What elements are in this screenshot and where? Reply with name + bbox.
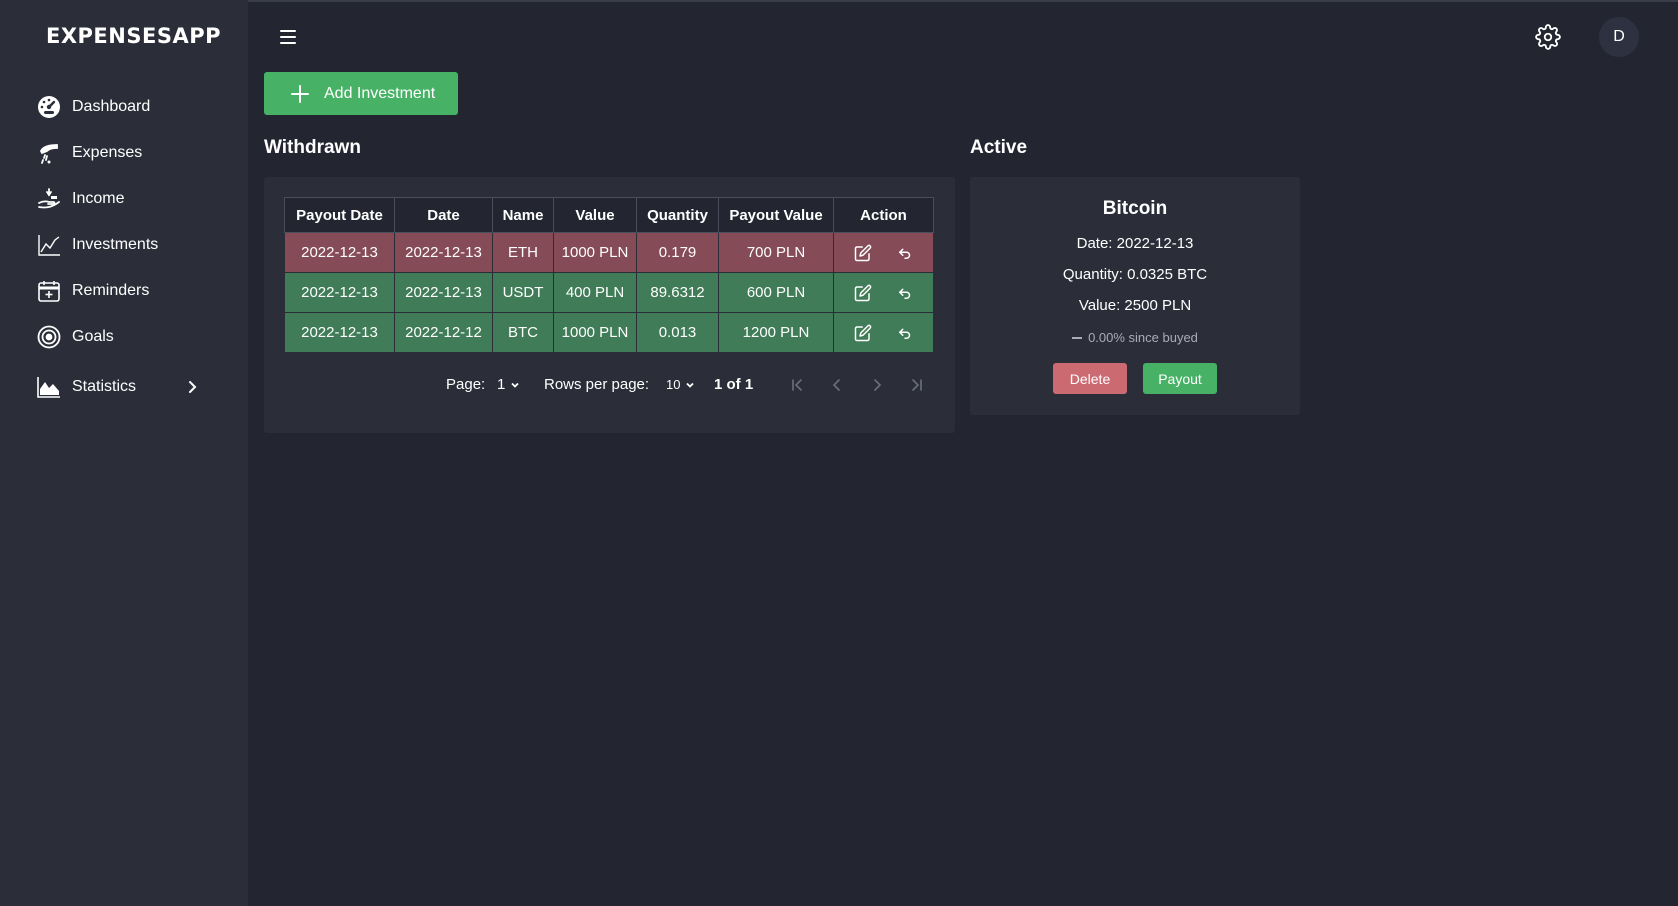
- column-header-value[interactable]: Value: [553, 197, 637, 233]
- rows-per-page-label: Rows per page:: [544, 376, 650, 393]
- edit-icon[interactable]: [854, 324, 872, 342]
- cell-date: 2022-12-13: [394, 232, 493, 273]
- cell-payout-value: 700 PLN: [718, 232, 834, 273]
- cell-payout-value: 600 PLN: [718, 272, 834, 313]
- user-avatar[interactable]: D: [1599, 17, 1639, 57]
- withdrawn-table: Payout Date Date Name Value Quantity Pay…: [284, 197, 934, 353]
- income-hand-icon: [36, 186, 62, 212]
- edit-icon[interactable]: [854, 244, 872, 262]
- sidebar-item-income[interactable]: Income: [36, 184, 236, 214]
- target-icon: [36, 324, 62, 350]
- menu-toggle-icon[interactable]: [276, 26, 304, 48]
- sidebar-item-label: Goals: [72, 328, 114, 345]
- investment-name: Bitcoin: [1102, 198, 1168, 219]
- table-row: 2022-12-13 2022-12-13 ETH 1000 PLN 0.179…: [284, 232, 934, 273]
- table-row: 2022-12-13 2022-12-13 USDT 400 PLN 89.63…: [284, 272, 934, 313]
- cell-payout-value: 1200 PLN: [718, 312, 834, 353]
- sidebar-item-label: Statistics: [72, 378, 137, 395]
- active-investment-card: Bitcoin Date: 2022-12-13 Quantity: 0.032…: [970, 177, 1300, 415]
- investment-change: 0.00% since buyed: [970, 330, 1300, 345]
- investment-change-text: 0.00% since buyed: [1088, 330, 1198, 345]
- line-chart-icon: [36, 232, 62, 258]
- withdrawn-title: Withdrawn: [264, 137, 361, 158]
- plus-icon: [290, 84, 310, 104]
- prev-page-icon[interactable]: [827, 375, 847, 395]
- investment-quantity: Quantity: 0.0325 BTC: [1062, 266, 1208, 283]
- withdrawn-panel: Payout Date Date Name Value Quantity Pay…: [264, 177, 955, 433]
- investment-value: Value: 2500 PLN: [1078, 297, 1192, 314]
- sidebar-item-label: Income: [72, 190, 125, 207]
- cell-name: USDT: [492, 272, 554, 313]
- column-header-payout-value[interactable]: Payout Value: [718, 197, 834, 233]
- payout-button[interactable]: Payout: [1143, 363, 1217, 394]
- cell-action: [833, 272, 934, 313]
- investment-date: Date: 2022-12-13: [1076, 235, 1194, 252]
- chevron-down-icon: [686, 382, 695, 388]
- table-row: 2022-12-13 2022-12-12 BTC 1000 PLN 0.013…: [284, 312, 934, 353]
- active-title: Active: [970, 137, 1028, 158]
- area-chart-icon: [36, 374, 62, 400]
- page-select[interactable]: 1: [497, 373, 521, 397]
- cell-action: [833, 232, 934, 273]
- expenses-hand-icon: [36, 140, 62, 166]
- sidebar: EXPENSESAPP Dashboard Expenses Income In…: [0, 0, 248, 906]
- sidebar-item-label: Investments: [72, 236, 159, 253]
- add-investment-label: Add Investment: [324, 84, 436, 102]
- pagination-bar: Page: 1 Rows per page: 10 1 of 1: [264, 373, 955, 397]
- edit-icon[interactable]: [854, 284, 872, 302]
- top-border: [0, 0, 1678, 2]
- undo-icon[interactable]: [896, 324, 914, 342]
- cell-payout-date: 2022-12-13: [284, 312, 395, 353]
- column-header-quantity[interactable]: Quantity: [636, 197, 719, 233]
- add-investment-button[interactable]: Add Investment: [264, 72, 458, 115]
- column-header-action: Action: [833, 197, 934, 233]
- cell-value: 1000 PLN: [553, 312, 637, 353]
- sidebar-item-dashboard[interactable]: Dashboard: [36, 92, 236, 122]
- cell-date: 2022-12-12: [394, 312, 493, 353]
- first-page-icon[interactable]: [787, 375, 807, 395]
- sidebar-item-label: Expenses: [72, 144, 143, 161]
- sidebar-item-label: Dashboard: [72, 98, 151, 115]
- sidebar-item-statistics[interactable]: Statistics: [36, 372, 236, 402]
- undo-icon[interactable]: [896, 244, 914, 262]
- last-page-icon[interactable]: [907, 375, 927, 395]
- page-select-value: 1: [497, 376, 506, 393]
- page-range: 1 of 1: [714, 376, 754, 393]
- cell-quantity: 89.6312: [636, 272, 719, 313]
- app-logo[interactable]: EXPENSESAPP: [46, 24, 221, 48]
- rows-per-page-select[interactable]: 10: [666, 373, 696, 397]
- undo-icon[interactable]: [896, 284, 914, 302]
- sidebar-item-reminders[interactable]: Reminders: [36, 276, 236, 306]
- cell-value: 1000 PLN: [553, 232, 637, 273]
- sidebar-item-investments[interactable]: Investments: [36, 230, 236, 260]
- cell-date: 2022-12-13: [394, 272, 493, 313]
- neutral-dash-icon: [1072, 336, 1083, 339]
- dashboard-gauge-icon: [36, 94, 62, 120]
- column-header-name[interactable]: Name: [492, 197, 554, 233]
- page-label: Page:: [446, 376, 486, 393]
- chevron-down-icon: [511, 382, 519, 388]
- sidebar-item-expenses[interactable]: Expenses: [36, 138, 236, 168]
- settings-gear-icon[interactable]: [1535, 24, 1561, 50]
- table-header-row: Payout Date Date Name Value Quantity Pay…: [284, 197, 934, 233]
- next-page-icon[interactable]: [867, 375, 887, 395]
- delete-button[interactable]: Delete: [1053, 363, 1127, 394]
- sidebar-item-label: Reminders: [72, 282, 150, 299]
- rows-per-page-value: 10: [666, 377, 681, 392]
- cell-quantity: 0.179: [636, 232, 719, 273]
- sidebar-item-goals[interactable]: Goals: [36, 322, 236, 352]
- cell-value: 400 PLN: [553, 272, 637, 313]
- column-header-payout-date[interactable]: Payout Date: [284, 197, 395, 233]
- cell-name: BTC: [492, 312, 554, 353]
- column-header-date[interactable]: Date: [394, 197, 493, 233]
- chevron-right-icon[interactable]: [182, 377, 202, 397]
- calendar-plus-icon: [36, 278, 62, 304]
- cell-payout-date: 2022-12-13: [284, 232, 395, 273]
- cell-payout-date: 2022-12-13: [284, 272, 395, 313]
- cell-action: [833, 312, 934, 353]
- cell-name: ETH: [492, 232, 554, 273]
- cell-quantity: 0.013: [636, 312, 719, 353]
